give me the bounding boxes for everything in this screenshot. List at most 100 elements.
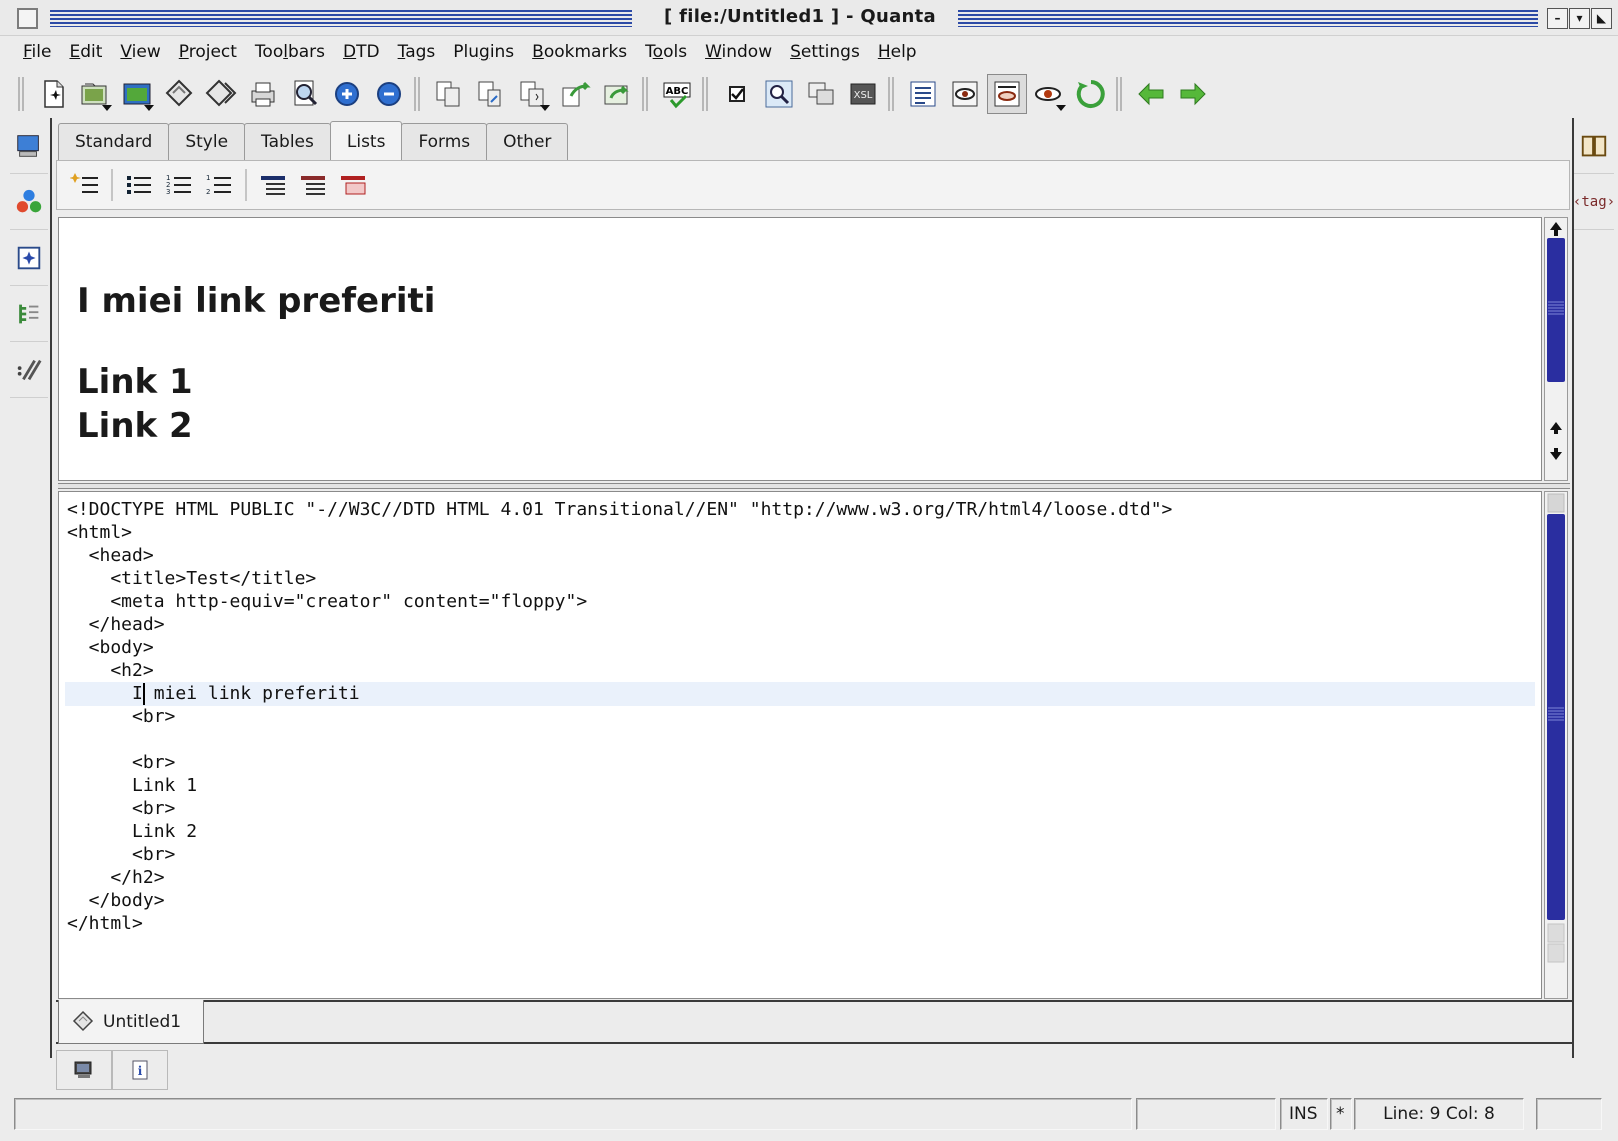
zoom-out-icon[interactable] [369,74,409,114]
code-line[interactable]: <!DOCTYPE HTML PUBLIC "-//W3C//DTD HTML … [65,498,1535,522]
tab-style[interactable]: Style [168,123,246,160]
code-line[interactable]: <br> [65,751,1535,775]
shade-button[interactable]: ▾ [1569,8,1590,29]
toolbar-handle[interactable] [702,77,710,111]
code-line[interactable]: <h2> [65,659,1535,683]
preview-editor-splitter[interactable] [58,483,1570,489]
paste-icon[interactable] [513,74,553,114]
tab-other[interactable]: Other [486,123,569,160]
code-line[interactable]: </html> [65,912,1535,936]
menu-item[interactable]: Edit [60,38,111,68]
preview-eye-icon[interactable] [1029,74,1069,114]
menu-item[interactable]: Plugins [444,38,523,68]
open-file-icon[interactable] [75,74,115,114]
templates-tree-icon[interactable] [10,230,48,286]
new-file-icon[interactable] [33,74,73,114]
tab-tables[interactable]: Tables [244,123,331,160]
close-button[interactable]: ◣ [1591,8,1612,29]
reload-icon[interactable] [1071,74,1111,114]
code-line[interactable]: </body> [65,889,1535,913]
code-line[interactable]: <br> [65,843,1535,867]
window-titlebar[interactable]: [ file:/Untitled1 ] - Quanta – ▾ ◣ [0,0,1618,36]
save-all-icon[interactable] [201,74,241,114]
code-editor[interactable]: <!DOCTYPE HTML PUBLIC "-//W3C//DTD HTML … [58,491,1542,999]
copy-icon[interactable] [429,74,469,114]
document-structure-icon[interactable] [10,286,48,342]
menu-item[interactable]: DTD [334,38,389,68]
tab-lists[interactable]: Lists [329,121,403,161]
list-wizard-icon[interactable] [65,165,105,205]
code-line[interactable]: Link 2 [65,820,1535,844]
ordered-list-icon[interactable]: 123 [159,165,199,205]
menu-item[interactable]: Project [170,38,246,68]
code-line[interactable]: I miei link preferiti [65,682,1535,706]
code-line[interactable]: <br> [65,705,1535,729]
publish-icon[interactable] [597,74,637,114]
menu-item[interactable]: File [14,38,60,68]
code-line[interactable]: <head> [65,544,1535,568]
tab-standard[interactable]: Standard [58,123,170,160]
messages-icon[interactable] [56,1050,112,1090]
attribute-editor-icon[interactable]: ‹tag› [1573,174,1615,230]
code-line[interactable]: <meta http-equiv="creator" content="flop… [65,590,1535,614]
definition-list-icon[interactable] [253,165,293,205]
code-line[interactable] [65,728,1535,752]
toolbar-handle[interactable] [888,77,896,111]
menu-item[interactable]: View [111,38,169,68]
unordered-list-icon[interactable] [119,165,159,205]
preview-scroll-thumb[interactable] [1547,238,1565,382]
code-line[interactable]: <body> [65,636,1535,660]
toolbar-handle[interactable] [18,77,26,111]
zoom-in-icon[interactable] [327,74,367,114]
editor-scrollbar[interactable] [1544,491,1568,999]
template-icon[interactable] [801,74,841,114]
menu-item[interactable]: Tools [636,38,696,68]
code-line[interactable]: Link 1 [65,774,1535,798]
upload-icon[interactable] [555,74,595,114]
toolbar-handle[interactable] [1116,77,1124,111]
menu-item[interactable]: Bookmarks [523,38,636,68]
toolbar-handle[interactable] [414,77,422,111]
menu-item[interactable]: Tags [389,38,445,68]
document-tab[interactable]: Untitled1 [58,1000,204,1044]
code-line[interactable]: <title>Test</title> [65,567,1535,591]
cut-icon[interactable] [471,74,511,114]
save-icon[interactable] [159,74,199,114]
info-icon[interactable]: i [112,1050,168,1090]
print-preview-icon[interactable] [285,74,325,114]
minimize-button[interactable]: – [1547,8,1568,29]
preview-icon[interactable] [945,74,985,114]
preview-scrollbar[interactable] [1544,217,1568,481]
open-recent-icon[interactable] [117,74,157,114]
code-line[interactable]: </h2> [65,866,1535,890]
definition-description-icon[interactable] [333,165,373,205]
documentation-icon[interactable] [1574,118,1614,174]
definition-term-icon[interactable] [293,165,333,205]
code-line[interactable]: </head> [65,613,1535,637]
html-preview-pane[interactable]: I miei link preferiti Link 1 Link 2 [58,217,1542,481]
menu-item[interactable]: Help [869,38,926,68]
xsl-icon[interactable]: XSL [843,74,883,114]
project-tree-icon[interactable] [10,174,48,230]
code-line[interactable]: <html> [65,521,1535,545]
spellcheck-icon[interactable]: ABC [657,74,697,114]
window-menu-button[interactable] [17,8,38,29]
scripts-tree-icon[interactable] [10,342,48,398]
tab-forms[interactable]: Forms [401,123,488,160]
menu-item[interactable]: Window [696,38,781,68]
scroll-up-arrow[interactable] [1550,222,1562,236]
insert-mode-indicator[interactable]: INS [1280,1098,1328,1130]
files-tree-icon[interactable] [10,118,48,174]
preview-split-icon[interactable] [987,74,1027,114]
code-line[interactable]: <br> [65,797,1535,821]
menu-item[interactable]: Toolbars [246,38,334,68]
list-item-icon[interactable]: 12 [199,165,239,205]
back-arrow-icon[interactable] [1131,74,1171,114]
menu-item[interactable]: Settings [781,38,869,68]
structure-icon[interactable] [903,74,943,114]
find-icon[interactable] [759,74,799,114]
print-icon[interactable] [243,74,283,114]
checkbox-icon[interactable] [717,74,757,114]
toolbar-handle[interactable] [642,77,650,111]
forward-arrow-icon[interactable] [1173,74,1213,114]
